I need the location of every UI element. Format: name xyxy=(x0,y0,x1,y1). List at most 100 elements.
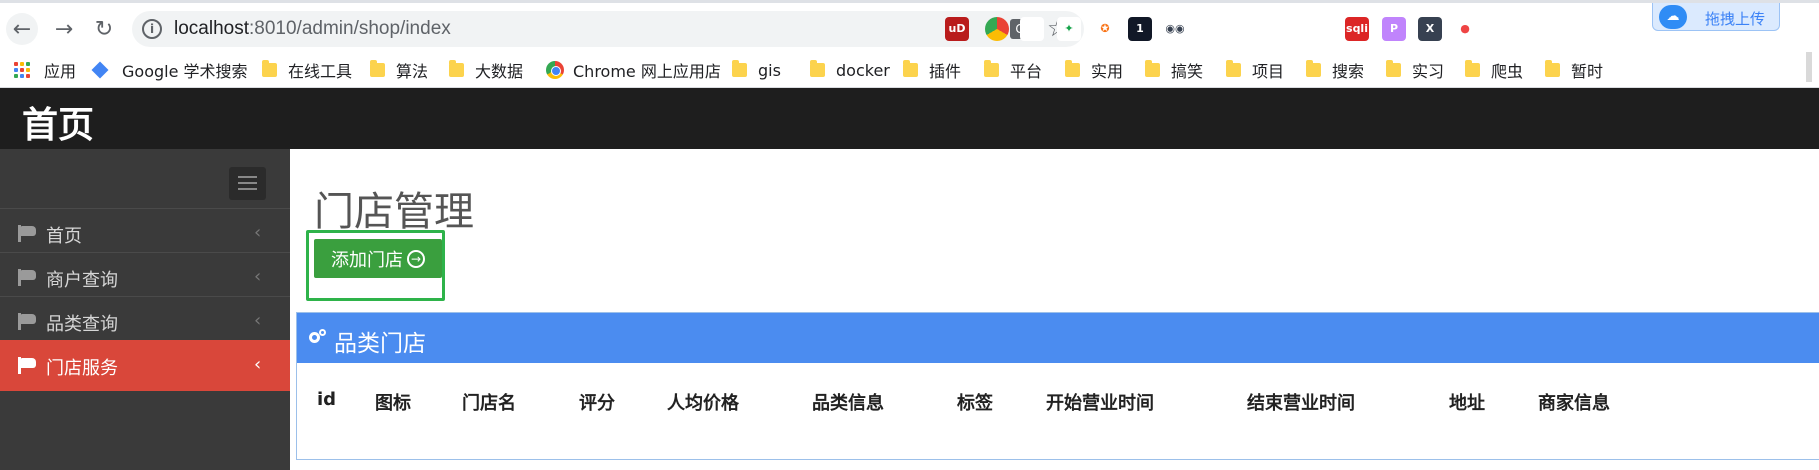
lifesaver-icon[interactable]: ✪ xyxy=(1093,17,1117,41)
bookmark-item[interactable]: 项目 xyxy=(1226,58,1284,82)
folder-icon xyxy=(1465,60,1480,77)
bookmark-item[interactable]: 暂时 xyxy=(1545,58,1603,82)
bookmark-item[interactable]: 插件 xyxy=(903,58,961,82)
bookmark-item[interactable]: docker xyxy=(810,58,890,82)
ublock-icon[interactable]: uD xyxy=(945,17,969,41)
page-title: 门店管理 xyxy=(314,189,474,235)
bookmark-item[interactable]: 应用 xyxy=(14,58,76,82)
table-column-header[interactable]: id xyxy=(317,389,336,410)
sidebar-item-label: 品类查询 xyxy=(46,314,118,335)
x-box-icon[interactable]: X xyxy=(1418,17,1442,41)
bookmark-item[interactable]: 大数据 xyxy=(449,58,523,82)
chevron-left-icon: ‹ xyxy=(254,222,262,243)
bookmark-label: Google 学术搜索 xyxy=(122,62,248,81)
table-column-header[interactable]: 地址 xyxy=(1449,389,1485,415)
bookmark-item[interactable]: 实习 xyxy=(1386,58,1444,82)
reload-icon[interactable]: ↻ xyxy=(88,13,120,45)
folder-icon xyxy=(903,60,918,77)
table-column-header[interactable]: 开始营业时间 xyxy=(1046,389,1154,415)
cloud-icon: ☁ xyxy=(1659,5,1687,29)
table-column-header[interactable]: 结束营业时间 xyxy=(1247,389,1355,415)
bookmarks-bar: 应用 Google 学术搜索 在线工具 算法 大数据 Chrome 网上应用店 gis doc… xyxy=(0,52,1819,88)
table-column-header[interactable]: 评分 xyxy=(579,389,615,415)
sidebar-toggle-button[interactable] xyxy=(229,167,266,200)
bookmark-item[interactable]: 在线工具 xyxy=(262,58,352,82)
bookmark-label: Chrome 网上应用店 xyxy=(573,62,721,81)
bookmark-item[interactable]: 实用 xyxy=(1065,58,1123,82)
bookmark-label: 项目 xyxy=(1252,62,1285,81)
chevron-left-icon: ‹ xyxy=(254,354,262,375)
bookmark-item[interactable]: Google 学术搜索 xyxy=(91,58,248,82)
url-text[interactable]: localhost:8010/admin/shop/index xyxy=(174,18,451,40)
bookmark-label: 实用 xyxy=(1091,62,1124,81)
site-info-icon[interactable]: i xyxy=(142,19,162,39)
bookmark-item[interactable]: Chrome 网上应用店 xyxy=(546,58,721,82)
proxy-icon[interactable]: sqli xyxy=(1345,17,1369,41)
bookmark-label: 算法 xyxy=(396,62,429,81)
table-column-header[interactable]: 人均价格 xyxy=(667,389,739,415)
p-circle-icon[interactable]: P xyxy=(1382,17,1406,41)
map-pin-icon[interactable]: ● xyxy=(1453,17,1477,41)
bookmark-item[interactable]: 平台 xyxy=(984,58,1042,82)
notify-icon[interactable]: 1 xyxy=(1128,17,1152,41)
bookmark-label: 暂时 xyxy=(1571,62,1604,81)
bookmark-label: 实习 xyxy=(1412,62,1445,81)
folder-icon xyxy=(1306,60,1321,77)
bookmark-item[interactable]: 搜索 xyxy=(1306,58,1364,82)
sidebar-item-label: 首页 xyxy=(46,226,82,247)
app-header: 首页 xyxy=(0,88,1819,149)
table-column-header[interactable]: 品类信息 xyxy=(812,389,884,415)
folder-icon xyxy=(1386,60,1401,77)
address-bar[interactable]: i localhost:8010/admin/shop/index G ☆ xyxy=(132,11,1084,47)
translate-en-icon[interactable]: en xyxy=(1198,17,1222,41)
sidebar-item-shop-service[interactable]: 门店服务 ‹ xyxy=(0,340,290,391)
table-column-header[interactable]: 图标 xyxy=(375,389,411,415)
folder-icon xyxy=(1545,60,1560,77)
chevron-left-icon: ‹ xyxy=(254,266,262,287)
arrow-circle-right-icon: → xyxy=(407,249,425,268)
bookmark-label: 在线工具 xyxy=(288,62,353,81)
table-column-header[interactable]: 标签 xyxy=(957,389,993,415)
link-icon[interactable]: ∞ xyxy=(1236,17,1260,41)
mask-icon[interactable]: ◉◉ xyxy=(1163,17,1187,41)
panel-title: 品类门店 xyxy=(334,331,426,357)
back-arrow-icon[interactable]: ← xyxy=(6,13,38,45)
bookmark-label: gis xyxy=(758,60,781,80)
chrome-ring-icon[interactable] xyxy=(985,17,1009,41)
table-column-header[interactable]: 商家信息 xyxy=(1538,389,1610,415)
upload-label: 拖拽上传 xyxy=(1705,10,1766,28)
sidebar: 首页 ‹ 商户查询 ‹ 品类查询 ‹ 门店服务 ‹ xyxy=(0,149,290,470)
table-column-header[interactable]: 门店名 xyxy=(462,389,516,415)
folder-icon xyxy=(1065,60,1080,77)
json-viewer-icon[interactable]: {≡} xyxy=(1020,17,1045,41)
app-title[interactable]: 首页 xyxy=(22,96,94,148)
url-host: localhost xyxy=(174,18,249,39)
evernote-icon[interactable]: ✦ xyxy=(1057,17,1081,41)
flag-icon xyxy=(18,269,36,286)
bookmark-label: 搜索 xyxy=(1332,62,1365,81)
bookmark-item[interactable]: gis xyxy=(732,58,781,82)
apps-grid-icon xyxy=(14,62,30,78)
flag-icon xyxy=(18,357,36,374)
pinwheel-icon[interactable]: ✱ xyxy=(1273,17,1297,41)
sitemap-icon[interactable]: ⁂ xyxy=(1307,17,1331,41)
add-shop-button[interactable]: 添加门店 → xyxy=(314,239,442,278)
folder-icon xyxy=(810,60,825,77)
baidu-upload-widget[interactable]: ☁ 拖拽上传 xyxy=(1652,3,1780,31)
folder-icon xyxy=(370,60,385,77)
url-path: :8010/admin/shop/index xyxy=(249,18,451,39)
chevron-left-icon: ‹ xyxy=(254,310,262,331)
folder-icon xyxy=(449,60,464,77)
bookmark-item[interactable]: 爬虫 xyxy=(1465,58,1523,82)
google-scholar-icon xyxy=(91,61,109,79)
folder-icon xyxy=(1226,60,1241,77)
sidebar-item-label: 商户查询 xyxy=(46,270,118,291)
bookmark-item[interactable]: 搞笑 xyxy=(1145,58,1203,82)
forward-arrow-icon[interactable]: → xyxy=(48,13,80,45)
bookmark-label: 应用 xyxy=(44,62,77,81)
bookmark-label: docker xyxy=(836,60,890,80)
bookmark-item[interactable]: 算法 xyxy=(370,58,428,82)
flag-icon xyxy=(18,313,36,330)
shop-panel: 品类门店 id 图标 门店名 评分 人均价格 品类信息 标签 开始营业时间 结束营业时间 地址 商家… xyxy=(296,312,1819,460)
scrollbar[interactable] xyxy=(1806,52,1812,82)
